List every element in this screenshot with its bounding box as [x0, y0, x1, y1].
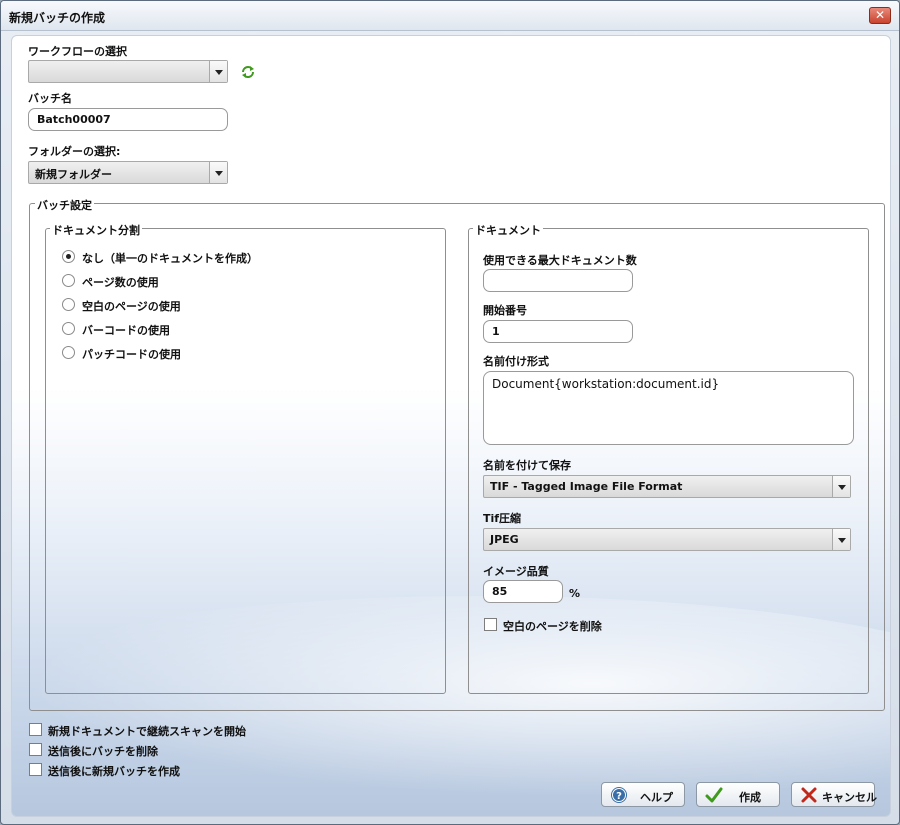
image-quality-label: イメージ品質 [483, 565, 549, 578]
title-bar: 新規バッチの作成 ✕ [1, 1, 899, 31]
radio-button[interactable] [62, 346, 75, 359]
chevron-down-icon[interactable] [209, 61, 227, 82]
checkmark-icon [705, 787, 723, 803]
radio-label: なし（単一のドキュメントを作成） [82, 252, 258, 265]
create-batch-dialog: 新規バッチの作成 ✕ ワークフローの選択 バッチ名 Batch00007 フォル… [0, 0, 900, 825]
tif-compression-select[interactable]: JPEG [483, 528, 851, 551]
image-quality-unit: % [569, 587, 581, 600]
naming-format-input[interactable]: Document{workstation:document.id} [483, 371, 854, 445]
folder-select[interactable]: 新規フォルダー [28, 161, 228, 184]
document-split-title: ドキュメント分割 [50, 222, 142, 238]
radio-label: ページ数の使用 [82, 276, 159, 289]
cancel-x-icon [801, 787, 817, 803]
save-as-label: 名前を付けて保存 [483, 459, 571, 472]
max-docs-label: 使用できる最大ドキュメント数 [483, 254, 637, 267]
chevron-down-icon[interactable] [832, 529, 850, 550]
create-button-label: 作成 [739, 791, 761, 804]
checkbox-label: 新規ドキュメントで継続スキャンを開始 [48, 725, 246, 738]
cancel-button[interactable]: キャンセル [791, 782, 877, 807]
tif-compression-label: Tif圧縮 [483, 512, 522, 525]
folder-select-value: 新規フォルダー [35, 168, 112, 181]
help-button-label: ヘルプ [640, 791, 673, 804]
batch-name-input[interactable]: Batch00007 [28, 108, 228, 131]
dialog-title: 新規バッチの作成 [9, 11, 106, 25]
dialog-body: ワークフローの選択 バッチ名 Batch00007 フォルダーの選択: 新規フォ… [11, 35, 891, 817]
checkbox-label: 送信後にバッチを削除 [48, 745, 158, 758]
svg-text:?: ? [616, 791, 622, 802]
image-quality-input[interactable]: 85 [483, 580, 563, 603]
checkbox-label: 空白のページを削除 [503, 620, 602, 633]
workflow-label: ワークフローの選択 [28, 45, 127, 58]
start-number-label: 開始番号 [483, 304, 527, 317]
document-split-group: なし（単一のドキュメントを作成） ページ数の使用 空白のページの使用 バーコード… [45, 228, 446, 694]
workflow-select[interactable] [28, 60, 228, 83]
max-docs-input[interactable] [483, 269, 633, 292]
chevron-down-icon[interactable] [832, 476, 850, 497]
radio-button[interactable] [62, 274, 75, 287]
chevron-down-icon[interactable] [209, 162, 227, 183]
document-title: ドキュメント [473, 222, 543, 238]
radio-button[interactable] [62, 322, 75, 335]
batch-settings-title: バッチ設定 [35, 197, 94, 213]
checkbox-label: 送信後に新規バッチを作成 [48, 765, 180, 778]
batch-name-label: バッチ名 [28, 92, 72, 105]
radio-button[interactable] [62, 298, 75, 311]
create-button[interactable]: 作成 [696, 782, 780, 807]
tif-compression-select-value: JPEG [490, 533, 519, 546]
save-as-select[interactable]: TIF - Tagged Image File Format [483, 475, 851, 498]
radio-button[interactable] [62, 250, 75, 263]
checkbox[interactable] [29, 763, 42, 776]
help-icon: ? [611, 787, 627, 803]
folder-label: フォルダーの選択: [28, 145, 121, 158]
checkbox[interactable] [29, 723, 42, 736]
naming-format-label: 名前付け形式 [483, 355, 549, 368]
radio-label: バーコードの使用 [82, 324, 170, 337]
close-icon: ✕ [874, 8, 886, 22]
radio-label: 空白のページの使用 [82, 300, 181, 313]
radio-label: パッチコードの使用 [82, 348, 181, 361]
checkbox[interactable] [29, 743, 42, 756]
start-number-input[interactable]: 1 [483, 320, 633, 343]
help-button[interactable]: ? ヘルプ [601, 782, 685, 807]
save-as-select-value: TIF - Tagged Image File Format [490, 480, 683, 493]
cancel-button-label: キャンセル [822, 791, 877, 804]
checkbox[interactable] [484, 618, 497, 631]
close-button[interactable]: ✕ [869, 7, 891, 24]
refresh-icon[interactable] [240, 64, 256, 80]
